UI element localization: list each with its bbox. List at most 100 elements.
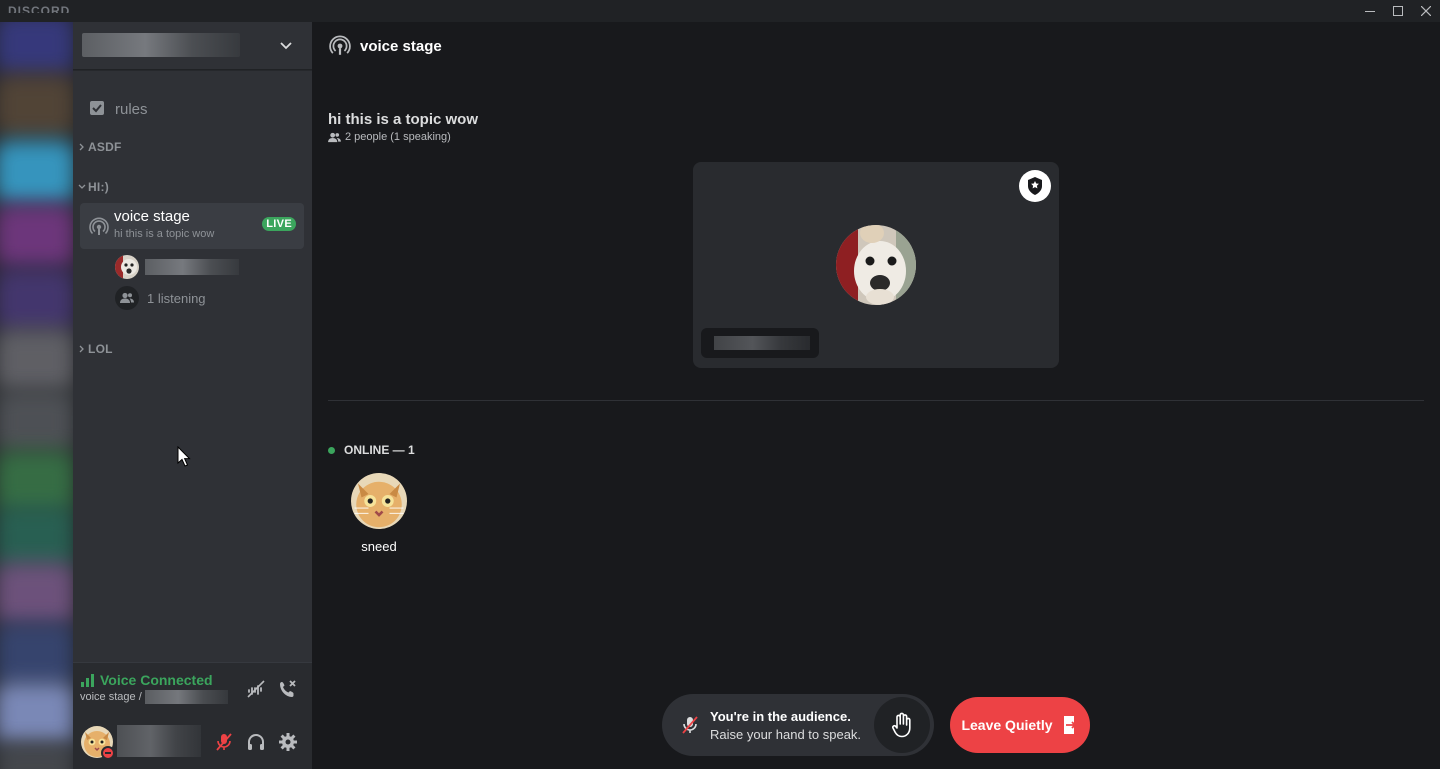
gear-icon (279, 733, 297, 751)
live-badge: LIVE (262, 217, 296, 231)
minimize-button[interactable] (1356, 0, 1384, 22)
server-header[interactable] (73, 22, 312, 70)
disconnect-phone-icon (280, 680, 296, 697)
channel-header: voice stage (312, 22, 1440, 70)
speaker-tile[interactable] (693, 162, 1059, 368)
stage-topic: hi this is a topic wow (328, 111, 479, 128)
people-icon (120, 292, 134, 303)
headphones-icon (248, 734, 264, 750)
dnd-status-icon (101, 746, 115, 760)
leave-quietly-label: Leave Quietly (961, 717, 1053, 733)
speaker-name-redacted (714, 336, 810, 350)
server-icon[interactable] (0, 506, 73, 570)
muted-mic-icon (682, 716, 698, 734)
dog-avatar (115, 255, 139, 279)
people-icon-circle (115, 286, 139, 310)
leave-quietly-button[interactable]: Leave Quietly (950, 697, 1090, 753)
stage-main-view: voice stage hi this is a topic wow 2 peo… (312, 22, 1440, 769)
maximize-button[interactable] (1384, 0, 1412, 22)
channel-voice-stage[interactable]: voice stage hi this is a topic wow LIVE (80, 203, 304, 249)
chevron-down-icon (280, 42, 292, 50)
stage-people-count: 2 people (1 speaking) (328, 131, 451, 143)
people-count-label: 2 people (1 speaking) (345, 131, 451, 143)
moderator-shield-icon (1028, 177, 1042, 195)
raise-hand-button[interactable] (874, 697, 930, 753)
moderator-badge (1019, 170, 1051, 202)
listening-label: 1 listening (147, 290, 206, 306)
online-dot-icon (328, 446, 335, 454)
people-icon (328, 132, 341, 142)
title-bar: DISCORD (0, 0, 1440, 22)
channel-rules[interactable]: rules (81, 92, 305, 126)
category-label: HI:) (88, 180, 109, 194)
voice-channel-name: voice stage / (80, 691, 142, 703)
section-divider (328, 400, 1424, 401)
audience-status-bar: You're in the audience. Raise your hand … (662, 694, 934, 756)
chevron-right-icon (79, 345, 84, 353)
category-label: LOL (88, 342, 113, 356)
user-panel (73, 715, 312, 769)
online-section-header: ONLINE — 1 (328, 443, 415, 457)
noise-suppression-icon (247, 680, 265, 698)
category-label: ASDF (88, 140, 122, 154)
server-icon[interactable] (0, 450, 73, 514)
online-count: ONLINE — 1 (344, 443, 415, 457)
deafen-button[interactable] (240, 726, 272, 758)
voice-connection-panel: Voice Connected voice stage / (73, 662, 312, 715)
server-icon[interactable] (0, 22, 73, 76)
server-icon[interactable] (0, 204, 73, 268)
muted-mic-icon (216, 733, 232, 751)
minimize-icon (1365, 11, 1375, 12)
server-icon[interactable] (0, 622, 73, 686)
discord-wordmark: DISCORD (8, 4, 71, 13)
server-icon[interactable] (0, 562, 73, 626)
chevron-down-icon (78, 184, 86, 189)
stage-speaker-item[interactable] (115, 255, 265, 279)
audience-message-title: You're in the audience. (710, 709, 851, 724)
server-icon[interactable] (0, 140, 73, 204)
category-asdf[interactable]: ASDF (77, 140, 122, 154)
channel-sidebar: rules ASDF HI:) voice stage hi this is a… (73, 22, 312, 769)
speaker-name-tag (701, 328, 819, 358)
category-hi[interactable]: HI:) (77, 180, 109, 194)
chevron-right-icon (79, 143, 84, 151)
user-avatar-button[interactable] (81, 726, 115, 760)
raise-hand-icon (892, 712, 911, 738)
server-icon[interactable] (0, 74, 73, 138)
username-redacted[interactable] (117, 725, 201, 757)
voice-connected-status[interactable]: Voice Connected (100, 672, 213, 688)
cat-avatar (351, 473, 407, 529)
disconnect-button[interactable] (272, 673, 304, 705)
server-list (0, 22, 73, 769)
leave-door-icon (1063, 716, 1076, 734)
speaker-dog-avatar (836, 225, 916, 305)
rules-checkbox-icon (90, 101, 104, 115)
speaker-name-redacted (145, 259, 239, 275)
audience-member-name: sneed (361, 539, 397, 554)
close-window-button[interactable] (1412, 0, 1440, 22)
stage-channel-icon (89, 217, 109, 235)
server-icon[interactable] (0, 682, 73, 746)
stage-channel-icon (329, 35, 351, 55)
server-icon[interactable] (0, 742, 73, 769)
channel-label: rules (115, 100, 148, 118)
server-icon[interactable] (0, 390, 73, 454)
signal-strength-icon (81, 674, 94, 687)
listening-count[interactable]: 1 listening (115, 286, 206, 310)
stage-channel-name: voice stage (114, 208, 190, 225)
category-lol[interactable]: LOL (77, 342, 113, 356)
audience-message-sub: Raise your hand to speak. (710, 727, 862, 742)
server-icon[interactable] (0, 328, 73, 392)
channel-title: voice stage (360, 37, 442, 55)
audience-member[interactable]: sneed (348, 473, 410, 557)
noise-suppression-button[interactable] (240, 673, 272, 705)
mute-button[interactable] (208, 726, 240, 758)
close-icon (1421, 6, 1431, 16)
server-name-redacted (82, 33, 240, 57)
mouse-cursor-icon (177, 446, 191, 467)
server-icon[interactable] (0, 268, 73, 332)
user-settings-button[interactable] (272, 726, 304, 758)
server-name-redacted (144, 690, 228, 704)
stage-channel-topic: hi this is a topic wow (114, 228, 215, 240)
voice-channel-path[interactable]: voice stage / (80, 690, 228, 704)
